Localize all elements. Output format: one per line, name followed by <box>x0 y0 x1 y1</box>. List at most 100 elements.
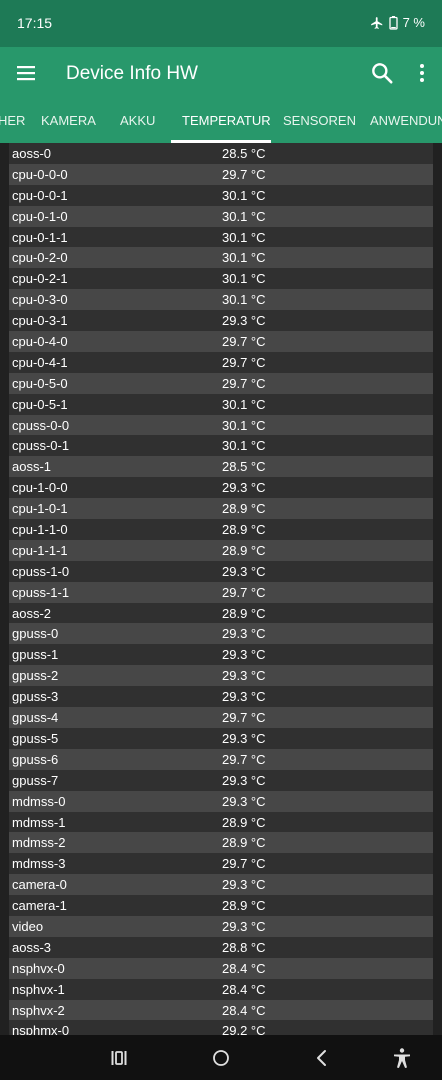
sensor-name: cpuss-0-1 <box>12 438 70 454</box>
list-item[interactable]: cpuss-0-1 30.1 °C <box>9 435 433 457</box>
sensor-name: mdmss-3 <box>12 856 66 872</box>
sensor-temperature: 28.9 °C <box>222 501 266 517</box>
list-item[interactable]: cpu-1-1-1 28.9 °C <box>9 539 433 561</box>
list-item[interactable]: gpuss-2 29.3 °C <box>9 665 433 687</box>
sensor-name: cpu-0-2-1 <box>12 271 68 287</box>
sensor-name: mdmss-0 <box>12 793 66 809</box>
sensor-name: cpu-0-4-0 <box>12 334 68 350</box>
list-item[interactable]: aoss-0 28.5 °C <box>9 143 433 164</box>
list-item[interactable]: gpuss-3 29.3 °C <box>9 686 433 708</box>
list-item[interactable]: cpu-0-5-1 30.1 °C <box>9 393 433 415</box>
status-bar: 17:15 7 % <box>0 0 442 47</box>
sensor-name: nsphmx-0 <box>12 1023 70 1035</box>
sensor-temperature: 29.2 °C <box>222 1023 266 1035</box>
list-item[interactable]: cpu-0-4-0 29.7 °C <box>9 331 433 352</box>
tab-anwendungen[interactable]: ANWENDUNGEN <box>370 100 442 143</box>
sensor-name: nsphvx-2 <box>12 1002 65 1018</box>
sensor-temperature: 28.4 °C <box>222 1002 266 1018</box>
list-item[interactable]: cpuss-1-1 29.7 °C <box>9 581 433 603</box>
list-item[interactable]: mdmss-0 29.3 °C <box>9 790 433 812</box>
sensor-name: cpu-0-5-0 <box>12 375 68 391</box>
list-item[interactable]: aoss-1 28.5 °C <box>9 456 433 478</box>
list-item[interactable]: cpu-0-0-1 30.1 °C <box>9 184 433 206</box>
list-item[interactable]: cpu-1-1-0 28.9 °C <box>9 519 433 540</box>
more-options-icon[interactable] <box>410 61 434 85</box>
list-item[interactable]: cpu-0-0-0 29.7 °C <box>9 163 433 185</box>
list-item[interactable]: nsphvx-0 28.4 °C <box>9 957 433 979</box>
sensor-name: mdmss-1 <box>12 814 66 830</box>
sensor-temperature: 28.9 °C <box>222 542 266 558</box>
search-icon[interactable] <box>369 60 395 86</box>
sensor-temperature: 30.1 °C <box>222 438 266 454</box>
list-item[interactable]: cpuss-0-0 30.1 °C <box>9 414 433 436</box>
list-item[interactable]: aoss-3 28.8 °C <box>9 936 433 958</box>
list-item[interactable]: gpuss-0 29.3 °C <box>9 623 433 645</box>
sensor-name: gpuss-0 <box>12 626 59 642</box>
list-item[interactable]: cpu-0-5-0 29.7 °C <box>9 372 433 394</box>
tab-akku[interactable]: AKKU <box>120 100 155 143</box>
menu-icon[interactable] <box>14 61 38 85</box>
list-item[interactable]: gpuss-7 29.3 °C <box>9 769 433 791</box>
home-icon[interactable] <box>210 1047 232 1069</box>
tab-temperatur[interactable]: TEMPERATUR <box>182 100 271 143</box>
list-item[interactable]: gpuss-5 29.3 °C <box>9 727 433 749</box>
sensor-name: cpu-0-4-1 <box>12 354 68 370</box>
list-item[interactable]: cpu-1-0-1 28.9 °C <box>9 498 433 520</box>
list-item[interactable]: cpu-0-1-1 30.1 °C <box>9 226 433 248</box>
list-item[interactable]: gpuss-6 29.7 °C <box>9 748 433 770</box>
list-item[interactable]: aoss-2 28.9 °C <box>9 602 433 624</box>
list-item[interactable]: cpuss-1-0 29.3 °C <box>9 560 433 582</box>
sensor-temperature: 28.4 °C <box>222 960 266 976</box>
list-item[interactable]: cpu-0-3-0 30.1 °C <box>9 289 433 311</box>
sensor-temperature: 28.9 °C <box>222 814 266 830</box>
sensor-temperature: 28.4 °C <box>222 981 266 997</box>
tab-sensoren[interactable]: SENSOREN <box>283 100 356 143</box>
sensor-name: aoss-3 <box>12 939 52 955</box>
list-item[interactable]: cpu-1-0-0 29.3 °C <box>9 477 433 499</box>
list-item[interactable]: gpuss-1 29.3 °C <box>9 644 433 666</box>
sensor-temperature: 29.3 °C <box>222 563 266 579</box>
list-item[interactable]: gpuss-4 29.7 °C <box>9 707 433 728</box>
sensor-name: gpuss-5 <box>12 730 59 746</box>
sensor-temperature: 29.7 °C <box>222 354 266 370</box>
sensor-temperature: 29.3 °C <box>222 313 266 329</box>
list-item[interactable]: cpu-0-2-1 30.1 °C <box>9 268 433 290</box>
tab-speicher[interactable]: HER <box>0 100 25 143</box>
list-item[interactable]: video 29.3 °C <box>9 915 433 937</box>
sensor-name: aoss-1 <box>12 459 52 475</box>
list-item[interactable]: cpu-0-3-1 29.3 °C <box>9 310 433 332</box>
accessibility-icon[interactable] <box>391 1047 413 1069</box>
status-indicators: 7 % <box>370 15 425 30</box>
status-time: 17:15 <box>17 15 53 31</box>
list-item[interactable]: nsphmx-0 29.2 °C <box>9 1020 433 1035</box>
list-item[interactable]: nsphvx-1 28.4 °C <box>9 978 433 1000</box>
sensor-temperature: 29.7 °C <box>222 584 266 600</box>
list-item[interactable]: camera-0 29.3 °C <box>9 874 433 896</box>
list-item[interactable]: cpu-0-2-0 30.1 °C <box>9 247 433 269</box>
list-item[interactable]: nsphvx-2 28.4 °C <box>9 999 433 1021</box>
sensor-temperature: 29.3 °C <box>222 647 266 663</box>
list-item[interactable]: camera-1 28.9 °C <box>9 895 433 916</box>
navigation-bar <box>0 1035 442 1080</box>
temperature-list[interactable]: aoss-0 28.5 °C cpu-0-0-0 29.7 °C cpu-0-0-1 30… <box>9 143 433 1035</box>
sensor-temperature: 29.7 °C <box>222 166 266 182</box>
sensor-name: gpuss-7 <box>12 772 59 788</box>
tab-kamera[interactable]: KAMERA <box>41 100 96 143</box>
sensor-temperature: 30.1 °C <box>222 208 266 224</box>
back-icon[interactable] <box>311 1047 333 1069</box>
list-item[interactable]: cpu-0-1-0 30.1 °C <box>9 205 433 227</box>
sensor-temperature: 30.1 °C <box>222 396 266 412</box>
sensor-temperature: 29.3 °C <box>222 730 266 746</box>
sensor-temperature: 28.9 °C <box>222 605 266 621</box>
sensor-temperature: 29.7 °C <box>222 375 266 391</box>
list-item[interactable]: cpu-0-4-1 29.7 °C <box>9 351 433 373</box>
sensor-name: aoss-2 <box>12 605 52 621</box>
battery-level: 7 % <box>402 15 425 30</box>
list-item[interactable]: mdmss-1 28.9 °C <box>9 811 433 833</box>
sensor-temperature: 30.1 °C <box>222 417 266 433</box>
sensor-name: camera-1 <box>12 898 67 914</box>
list-item[interactable]: mdmss-2 28.9 °C <box>9 832 433 854</box>
list-item[interactable]: mdmss-3 29.7 °C <box>9 853 433 875</box>
sensor-temperature: 30.1 °C <box>222 271 266 287</box>
recent-apps-icon[interactable] <box>108 1047 130 1069</box>
